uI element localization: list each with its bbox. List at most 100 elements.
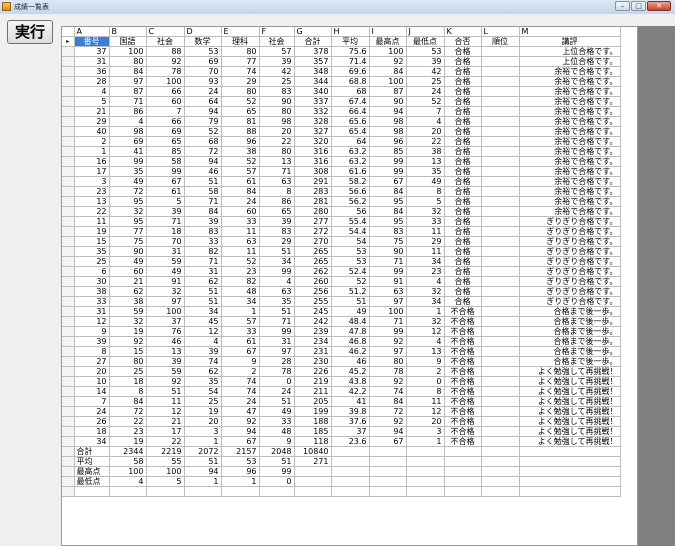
grid-cell[interactable]: 20: [259, 126, 295, 138]
grid-cell[interactable]: 70: [146, 236, 185, 248]
grid-cell[interactable]: 講評: [519, 36, 621, 48]
grid-cell[interactable]: 29: [259, 236, 295, 248]
grid-cell[interactable]: 24: [259, 386, 295, 398]
grid-cell[interactable]: 合格: [444, 106, 482, 118]
row-header[interactable]: [62, 96, 75, 108]
grid-cell[interactable]: 11: [406, 396, 445, 408]
grid-cell[interactable]: 1: [406, 436, 445, 448]
grid-cell[interactable]: 31: [146, 246, 185, 258]
grid-cell[interactable]: 88: [221, 126, 260, 138]
grid-cell[interactable]: 92: [109, 336, 147, 348]
grid-cell[interactable]: 99: [369, 156, 407, 168]
row-header[interactable]: [62, 146, 75, 158]
grid-cell[interactable]: 33: [221, 326, 260, 338]
grid-cell[interactable]: 68: [331, 86, 370, 98]
grid-cell[interactable]: 67: [221, 346, 260, 358]
row-header[interactable]: [62, 426, 75, 438]
grid-cell[interactable]: [406, 486, 445, 498]
grid-cell[interactable]: 328: [294, 116, 332, 128]
grid-cell[interactable]: 97: [146, 296, 185, 308]
grid-cell[interactable]: 19: [74, 226, 110, 238]
grid-cell[interactable]: 34: [406, 256, 445, 268]
row-header[interactable]: [62, 136, 75, 148]
grid-cell[interactable]: 78: [369, 366, 407, 378]
grid-cell[interactable]: 合格: [444, 96, 482, 108]
grid-cell[interactable]: [481, 416, 520, 428]
row-header[interactable]: [62, 256, 75, 268]
grid-cell[interactable]: 57: [259, 46, 295, 58]
grid-cell[interactable]: 332: [294, 106, 332, 118]
grid-cell[interactable]: 59: [146, 256, 185, 268]
close-button[interactable]: ✕: [647, 1, 671, 11]
grid-cell[interactable]: 1: [406, 306, 445, 318]
grid-cell[interactable]: 52.4: [331, 266, 370, 278]
grid-cell[interactable]: 28: [74, 76, 110, 88]
grid-cell[interactable]: I: [369, 27, 407, 38]
row-header[interactable]: [62, 27, 75, 38]
grid-cell[interactable]: [444, 486, 482, 498]
grid-cell[interactable]: 340: [294, 86, 332, 98]
grid-cell[interactable]: 51: [259, 396, 295, 408]
grid-cell[interactable]: [444, 456, 482, 468]
grid-cell[interactable]: 22: [406, 136, 445, 148]
grid-cell[interactable]: 合格: [444, 166, 482, 178]
grid-cell[interactable]: 49: [331, 306, 370, 318]
grid-cell[interactable]: 20: [184, 416, 222, 428]
grid-cell[interactable]: 94: [184, 156, 222, 168]
grid-cell[interactable]: 8: [406, 186, 445, 198]
grid-cell[interactable]: 100: [369, 306, 407, 318]
grid-cell[interactable]: 21: [146, 416, 185, 428]
grid-cell[interactable]: 8: [259, 186, 295, 198]
grid-cell[interactable]: 47.8: [331, 326, 370, 338]
grid-cell[interactable]: 22: [109, 416, 147, 428]
grid-cell[interactable]: 38: [221, 146, 260, 158]
grid-cell[interactable]: 51: [259, 456, 295, 468]
grid-cell[interactable]: 0: [259, 376, 295, 388]
grid-cell[interactable]: 74: [221, 66, 260, 78]
grid-cell[interactable]: 99: [259, 466, 295, 478]
grid-cell[interactable]: 32: [109, 316, 147, 328]
grid-cell[interactable]: 49: [146, 266, 185, 278]
grid-cell[interactable]: 72: [369, 406, 407, 418]
grid-cell[interactable]: 239: [294, 326, 332, 338]
grid-cell[interactable]: 29: [74, 116, 110, 128]
grid-cell[interactable]: 59: [109, 306, 147, 318]
grid-cell[interactable]: 71: [369, 316, 407, 328]
grid-cell[interactable]: 2048: [259, 446, 295, 458]
grid-cell[interactable]: 58: [184, 186, 222, 198]
grid-cell[interactable]: [481, 166, 520, 178]
grid-cell[interactable]: 92: [221, 416, 260, 428]
grid-cell[interactable]: 2344: [109, 446, 147, 458]
grid-cell[interactable]: 75: [109, 236, 147, 248]
grid-cell[interactable]: 92: [369, 416, 407, 428]
grid-cell[interactable]: [481, 296, 520, 308]
grid-cell[interactable]: 52: [184, 126, 222, 138]
grid-cell[interactable]: 61: [221, 176, 260, 188]
grid-cell[interactable]: 60: [146, 96, 185, 108]
grid-cell[interactable]: 最高点: [369, 36, 407, 48]
grid-cell[interactable]: [481, 256, 520, 268]
grid-cell[interactable]: 18: [74, 426, 110, 438]
grid-cell[interactable]: 2: [221, 366, 260, 378]
grid-cell[interactable]: 39: [259, 56, 295, 68]
grid-cell[interactable]: 3: [74, 176, 110, 188]
row-header[interactable]: [62, 76, 75, 88]
grid-cell[interactable]: [481, 396, 520, 408]
grid-cell[interactable]: 25: [406, 76, 445, 88]
grid-cell[interactable]: 32: [406, 286, 445, 298]
grid-cell[interactable]: [481, 136, 520, 148]
grid-cell[interactable]: 23: [406, 266, 445, 278]
grid-cell[interactable]: 4: [406, 116, 445, 128]
grid-cell[interactable]: 22: [259, 136, 295, 148]
grid-cell[interactable]: 12: [406, 326, 445, 338]
grid-cell[interactable]: 22: [74, 206, 110, 218]
grid-cell[interactable]: 61: [146, 186, 185, 198]
grid-cell[interactable]: 合格: [444, 136, 482, 148]
grid-cell[interactable]: 17: [146, 426, 185, 438]
row-header[interactable]: [62, 116, 75, 128]
grid-cell[interactable]: 219: [294, 376, 332, 388]
grid-cell[interactable]: 99: [369, 326, 407, 338]
grid-cell[interactable]: 55.4: [331, 216, 370, 228]
grid-cell[interactable]: 100: [146, 306, 185, 318]
grid-cell[interactable]: 230: [294, 356, 332, 368]
